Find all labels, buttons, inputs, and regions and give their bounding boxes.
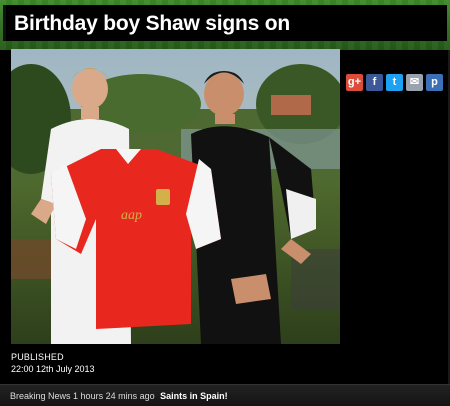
published-label: PUBLISHED xyxy=(11,352,64,362)
ticker-age: 1 hours 24 mins ago xyxy=(73,391,155,401)
facebook-icon[interactable]: f xyxy=(366,74,383,91)
pinterest-icon[interactable]: p xyxy=(426,74,443,91)
title-bar: Birthday boy Shaw signs on xyxy=(3,5,447,41)
twitter-icon[interactable]: t xyxy=(386,74,403,91)
news-ticker-text: Breaking News 1 hours 24 mins ago Saints… xyxy=(10,391,228,401)
email-icon[interactable]: ✉ xyxy=(406,74,423,91)
page-title: Birthday boy Shaw signs on xyxy=(14,12,291,35)
google-plus-icon[interactable]: g+ xyxy=(346,74,363,91)
photo-illustration: aap xyxy=(11,49,340,344)
ticker-headline-link[interactable]: Saints in Spain! xyxy=(160,391,228,401)
article-photo: aap xyxy=(11,49,340,344)
news-ticker: Breaking News 1 hours 24 mins ago Saints… xyxy=(0,384,450,406)
ticker-label: Breaking News xyxy=(10,391,71,401)
share-bar: g+ f t ✉ p xyxy=(346,74,443,91)
svg-text:aap: aap xyxy=(121,208,142,223)
published-time: 22:00 12th July 2013 xyxy=(11,364,95,374)
